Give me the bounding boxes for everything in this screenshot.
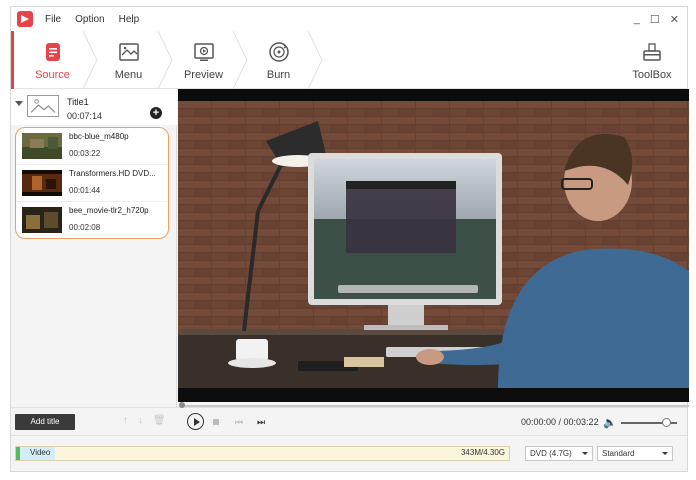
preview-icon [193, 43, 214, 61]
playback-progress[interactable] [179, 405, 689, 407]
toolbox-icon [643, 43, 661, 61]
list-item[interactable]: bbc-blue_m480p 00:03:22 [16, 128, 168, 165]
chevron-down-icon [582, 452, 588, 455]
tab-preview-label: Preview [183, 69, 224, 81]
tab-menu-label: Menu [114, 69, 143, 81]
clip-thumbnail [22, 207, 62, 233]
tab-source-label: Source [35, 69, 70, 81]
capacity-label: Video [30, 448, 51, 457]
menu-help[interactable]: Help [119, 14, 140, 25]
title-entry[interactable]: Title1 00:07:14 + [11, 89, 177, 125]
source-panel: Title1 00:07:14 + bbc-blue_m480p 00:03:2… [11, 89, 177, 407]
next-icon[interactable]: ⏭ [257, 417, 265, 428]
delete-icon[interactable]: 🗑 [153, 415, 166, 426]
clip-duration: 00:01:44 [69, 186, 101, 195]
disc-capacity-bar: Video 343M/4.30G [15, 446, 510, 461]
play-button[interactable] [187, 413, 204, 430]
tab-source[interactable]: Source [11, 31, 98, 89]
clip-list: bbc-blue_m480p 00:03:22 Transformers.HD … [15, 127, 169, 239]
title-duration: 00:07:14 [67, 111, 103, 121]
menu-bar: File Option Help _ ☐ ✕ [11, 7, 687, 31]
clip-thumbnail [22, 133, 62, 159]
playback-controls: Add title ↑ ↓ 🗑 ⏮ ⏭ 00:00:00 / 00:03:22 … [11, 402, 689, 435]
time-readout: 00:00:00 / 00:03:22 [521, 417, 599, 427]
clip-order-tools: ↑ ↓ 🗑 [123, 415, 166, 426]
clip-duration: 00:03:22 [69, 149, 101, 158]
tab-preview[interactable]: Preview [166, 31, 248, 89]
progress-handle[interactable] [179, 402, 185, 408]
tab-burn[interactable]: Burn [241, 31, 323, 89]
video-preview[interactable] [178, 89, 689, 402]
list-item[interactable]: bee_movie-tlr2_h720p 00:02:08 [16, 202, 168, 238]
add-video-icon[interactable]: + [150, 107, 162, 119]
menu-option[interactable]: Option [75, 14, 104, 25]
burn-disc-icon [268, 42, 289, 62]
stop-button[interactable] [213, 419, 219, 425]
minimize-button[interactable]: _ [634, 13, 640, 26]
status-bar: Video 343M/4.30G DVD (4.7G) Standard [11, 435, 687, 471]
quality-select[interactable]: Standard [597, 446, 673, 461]
collapse-caret-icon[interactable] [15, 101, 23, 106]
maximize-button[interactable]: ☐ [650, 13, 660, 26]
move-down-icon[interactable]: ↓ [138, 415, 143, 426]
chevron-down-icon [662, 452, 668, 455]
clip-name: bbc-blue_m480p [69, 132, 129, 141]
add-title-button[interactable]: Add title [15, 414, 75, 430]
title-name: Title1 [67, 97, 89, 107]
clip-thumbnail [22, 170, 62, 196]
capacity-indicator [16, 447, 20, 460]
menu-file[interactable]: File [45, 14, 61, 25]
disc-type-select[interactable]: DVD (4.7G) [525, 446, 593, 461]
quality-value: Standard [602, 449, 635, 458]
tab-divider [308, 31, 323, 89]
title-thumbnail-icon [27, 95, 59, 117]
tab-menu[interactable]: Menu [91, 31, 173, 89]
menu-template-icon [118, 43, 139, 61]
app-window: File Option Help _ ☐ ✕ Source Menu Previ… [10, 6, 689, 472]
toolbox-button[interactable]: ToolBox [617, 31, 687, 89]
window-controls: _ ☐ ✕ [634, 13, 679, 26]
previous-icon[interactable]: ⏮ [235, 417, 243, 428]
source-icon [45, 43, 60, 61]
tab-burn-label: Burn [266, 69, 291, 81]
close-button[interactable]: ✕ [670, 13, 679, 26]
capacity-size: 343M/4.30G [460, 448, 505, 457]
main-toolbar: Source Menu Preview Burn ToolBox [11, 31, 687, 89]
clip-name: bee_movie-tlr2_h720p [69, 206, 149, 215]
disc-type-value: DVD (4.7G) [530, 449, 572, 458]
clip-duration: 00:02:08 [69, 223, 101, 232]
toolbox-label: ToolBox [632, 69, 672, 81]
move-up-icon[interactable]: ↑ [123, 415, 128, 426]
preview-frame-image [178, 101, 689, 388]
app-logo-icon [17, 11, 33, 27]
volume-icon[interactable]: 🔈 [603, 416, 617, 429]
list-item[interactable]: Transformers.HD DVD... 00:01:44 [16, 165, 168, 202]
clip-name: Transformers.HD DVD... [69, 169, 156, 178]
volume-handle[interactable] [662, 418, 671, 427]
